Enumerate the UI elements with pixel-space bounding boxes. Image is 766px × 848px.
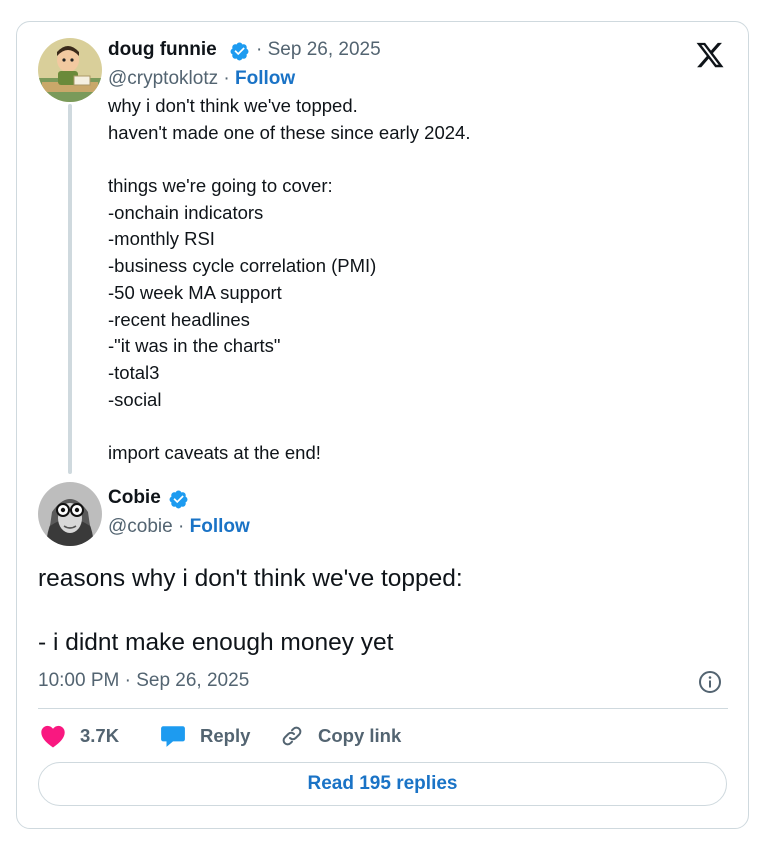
- main-tweet-text: reasons why i don't think we've topped: …: [38, 563, 718, 659]
- parent-follow-link[interactable]: Follow: [235, 68, 295, 89]
- like-button[interactable]: 3.7K: [40, 722, 119, 750]
- text-line: -onchain indicators: [108, 201, 264, 223]
- heart-icon: [41, 725, 65, 748]
- text-line: import caveats at the end!: [108, 441, 321, 463]
- parent-handle-row: @cryptoklotz · Follow: [108, 68, 295, 90]
- verified-badge-icon: [230, 42, 249, 61]
- avatar-cobie[interactable]: [38, 482, 102, 546]
- main-handle-row: @cobie · Follow: [108, 516, 250, 538]
- main-author-name[interactable]: Cobie: [108, 487, 161, 509]
- x-logo-icon[interactable]: [694, 40, 726, 70]
- text-line: [108, 413, 708, 440]
- main-handle[interactable]: @cobie ·: [108, 516, 184, 537]
- text-line: -monthly RSI: [108, 228, 215, 250]
- reply-button[interactable]: Reply: [160, 722, 250, 750]
- avatar-doug-funnie[interactable]: [38, 38, 102, 102]
- parent-tweet-text: why i don't think we've topped. haven't …: [108, 93, 708, 467]
- text-line: [108, 146, 708, 173]
- reply-label: Reply: [200, 725, 251, 746]
- tweet-timestamp[interactable]: 10:00 PM · Sep 26, 2025: [38, 670, 249, 692]
- thread-connector-line: [68, 104, 72, 474]
- text-line: - i didnt make enough money yet: [38, 629, 394, 656]
- main-follow-link[interactable]: Follow: [190, 516, 250, 537]
- info-icon[interactable]: [698, 670, 722, 694]
- text-line: -total3: [108, 361, 160, 383]
- parent-date[interactable]: · Sep 26, 2025: [256, 39, 381, 61]
- text-line: -50 week MA support: [108, 281, 282, 303]
- copy-link-label: Copy link: [318, 725, 402, 746]
- text-line: haven't made one of these since early 20…: [108, 121, 471, 143]
- link-icon: [282, 726, 302, 746]
- like-count: 3.7K: [80, 725, 120, 746]
- copy-link-button[interactable]: Copy link: [280, 722, 401, 750]
- text-line: -"it was in the charts": [108, 335, 281, 357]
- parent-handle[interactable]: @cryptoklotz ·: [108, 68, 230, 89]
- text-line: things we're going to cover:: [108, 175, 333, 197]
- parent-author-name[interactable]: doug funnie: [108, 39, 217, 61]
- read-replies-button[interactable]: Read 195 replies: [38, 762, 727, 806]
- verified-badge-icon: [169, 490, 188, 509]
- text-line: [38, 595, 718, 627]
- text-line: why i don't think we've topped.: [108, 95, 358, 116]
- text-line: -business cycle correlation (PMI): [108, 255, 377, 277]
- text-line: -social: [108, 388, 162, 410]
- text-line: -recent headlines: [108, 308, 250, 330]
- divider: [38, 708, 728, 709]
- reply-bubble-icon: [161, 726, 185, 747]
- text-line: reasons why i don't think we've topped:: [38, 565, 463, 592]
